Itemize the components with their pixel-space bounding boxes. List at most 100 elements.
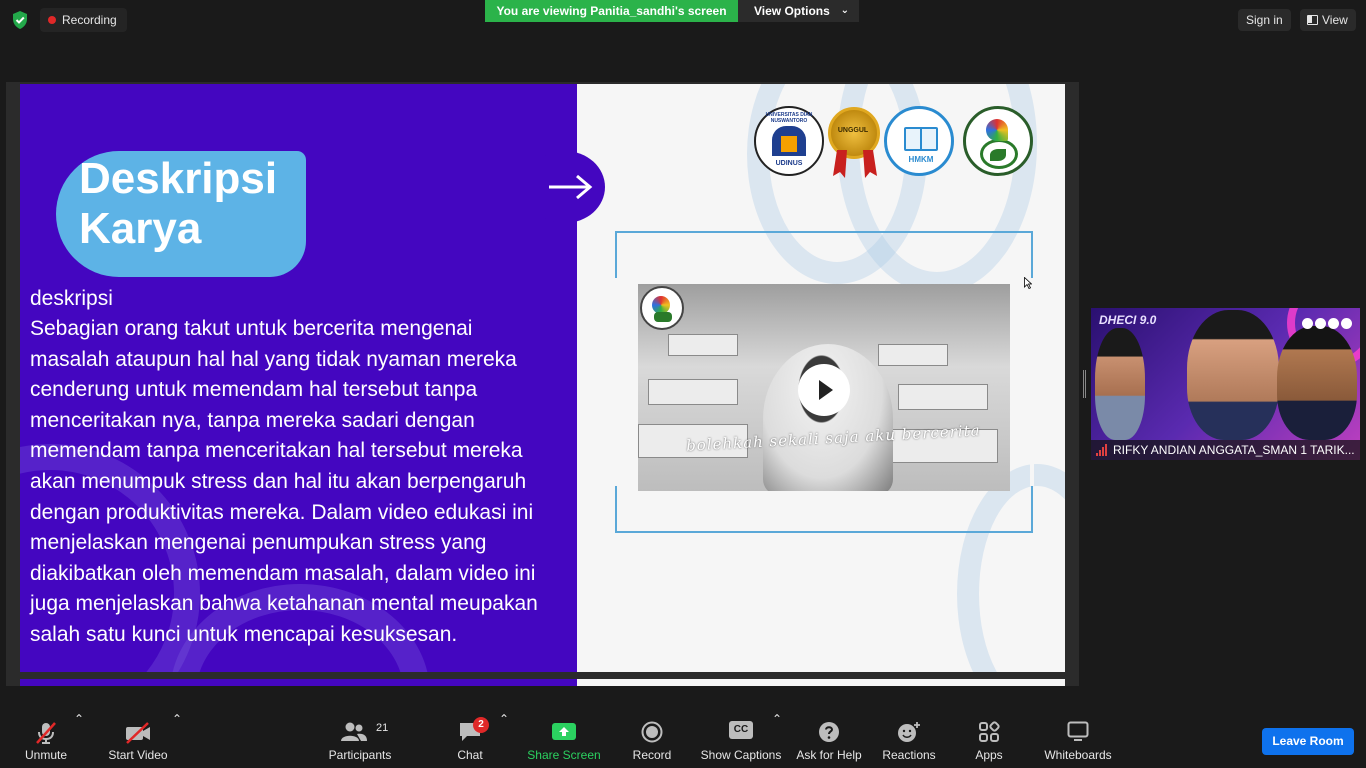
recording-indicator[interactable]: Recording — [40, 8, 127, 32]
layout-view-icon — [1307, 15, 1318, 25]
slide-title: Deskripsi Karya — [79, 154, 309, 254]
overlay-logo — [1341, 318, 1352, 329]
description-line: dengan produktivitas mereka. Dalam video… — [30, 500, 534, 524]
view-options-button[interactable]: View Options ⌄ — [738, 0, 859, 22]
share-screen-icon — [552, 723, 576, 740]
ribbon-icon — [833, 150, 877, 178]
apps-label: Apps — [975, 748, 1003, 762]
description-line: cenderung untuk memendam hal tersebut ta… — [30, 378, 478, 402]
captions-options-caret-icon[interactable]: ⌃ — [772, 712, 782, 768]
view-button[interactable]: View — [1300, 9, 1356, 31]
unmute-button[interactable]: Unmute — [16, 712, 76, 768]
slide-title-line1: Deskripsi — [79, 154, 278, 203]
description-line: memendam tanpa menceritakan hal tersebut… — [30, 439, 523, 463]
chevron-down-icon: ⌄ — [840, 5, 849, 16]
recording-dot-icon — [48, 16, 56, 24]
description-line: akan menumpuk stress dan hal itu akan be… — [30, 469, 527, 493]
meeting-toolbar: Unmute ⌃ Start Video ⌃ Participants 21 C… — [0, 712, 1366, 768]
share-screen-button[interactable]: Share Screen — [526, 712, 602, 768]
hmkm-logo: HMKM — [884, 106, 954, 176]
reactions-label: Reactions — [882, 748, 936, 762]
overlay-logo — [1315, 318, 1326, 329]
description-line: salah satu kunci untuk mencapai kesukses… — [30, 622, 458, 646]
signal-strength-icon — [1096, 444, 1110, 456]
unmute-label: Unmute — [24, 748, 68, 762]
participant-video-tile[interactable]: DHECI 9.0 RIFKY ANDIAN ANGGATA_SMAN 1 TA… — [1091, 308, 1360, 460]
record-button[interactable]: Record — [628, 712, 676, 768]
classroom-desk — [898, 384, 988, 410]
participants-button[interactable]: Participants — [325, 712, 395, 768]
mouse-cursor-icon — [1024, 277, 1032, 289]
closed-captions-icon: CC — [729, 721, 753, 739]
security-shield-icon[interactable] — [10, 10, 30, 30]
reactions-smiley-icon — [898, 722, 920, 742]
participant-person — [1277, 326, 1357, 440]
participant-person — [1095, 328, 1145, 440]
leave-room-button[interactable]: Leave Room — [1262, 728, 1354, 755]
participants-icon — [341, 722, 367, 741]
audio-options-caret-icon[interactable]: ⌃ — [74, 712, 84, 768]
help-question-icon — [819, 722, 839, 742]
description-body: Sebagian orang takut untuk bercerita men… — [30, 314, 575, 651]
ask-for-help-label: Ask for Help — [796, 748, 862, 762]
chat-unread-badge: 2 — [473, 717, 489, 733]
apps-grid-icon — [979, 721, 1000, 742]
sign-in-button[interactable]: Sign in — [1238, 9, 1291, 31]
participant-overlay-logos — [1300, 316, 1354, 329]
udinus-logo-text: UNIVERSITAS DIAN NUSWANTORO — [765, 112, 813, 124]
next-slide-left — [20, 679, 577, 686]
description-heading: deskripsi — [30, 287, 113, 310]
share-screen-label: Share Screen — [527, 748, 601, 762]
start-video-button[interactable]: Start Video — [104, 712, 172, 768]
udinus-logo: UNIVERSITAS DIAN NUSWANTORO UDINUS — [754, 106, 824, 176]
arrow-circle — [525, 151, 605, 223]
description-line: menceritakan nya, tanpa mereka sadari de… — [30, 408, 475, 432]
panel-resize-handle[interactable] — [1083, 370, 1086, 398]
video-dheci-logo — [640, 286, 684, 330]
apps-button[interactable]: Apps — [966, 712, 1012, 768]
zoom-meeting-window: Recording You are viewing Panitia_sandhi… — [0, 0, 1366, 768]
record-icon — [641, 721, 663, 743]
next-slide-peek — [20, 679, 1065, 686]
description-line: Sebagian orang takut untuk bercerita men… — [30, 317, 473, 340]
ask-for-help-button[interactable]: Ask for Help — [794, 712, 864, 768]
udinus-logo-sub: UDINUS — [775, 160, 803, 167]
video-options-caret-icon[interactable]: ⌃ — [172, 712, 182, 768]
participants-label: Participants — [328, 748, 392, 762]
shared-slide: Deskripsi Karya deskripsi Sebagian orang… — [20, 84, 1065, 672]
classroom-desk — [648, 379, 738, 405]
description-line: diakibatkan oleh memendam masalah, dalam… — [30, 561, 536, 585]
description-line: masalah ataupun hal hal yang tidak nyama… — [30, 347, 517, 371]
participant-person — [1187, 310, 1279, 440]
muted-microphone-icon — [36, 722, 56, 744]
classroom-desk — [878, 344, 948, 366]
embedded-video[interactable]: bolehkah sekali saja aku bercerita — [638, 284, 1010, 491]
frame-gap — [1030, 278, 1034, 486]
dheci-logo — [963, 106, 1033, 176]
start-video-label: Start Video — [108, 748, 168, 762]
hmkm-logo-text: HMKM — [908, 155, 934, 164]
recording-label: Recording — [62, 13, 117, 27]
view-label: View — [1322, 13, 1348, 27]
view-options-label: View Options — [754, 4, 830, 18]
description-line: menjelaskan mengenai penumpukan stress y… — [30, 531, 487, 555]
participant-name-bar: RIFKY ANDIAN ANGGATA_SMAN 1 TARIK... — [1091, 440, 1360, 460]
overlay-logo — [1328, 318, 1339, 329]
frame-gap — [614, 278, 618, 486]
chat-options-caret-icon[interactable]: ⌃ — [499, 712, 509, 768]
play-icon[interactable] — [798, 364, 850, 416]
classroom-desk — [668, 334, 738, 356]
slide-title-line2: Karya — [79, 204, 202, 253]
overlay-logo — [1302, 318, 1313, 329]
participant-overlay-title: DHECI 9.0 — [1099, 313, 1157, 327]
whiteboards-button[interactable]: Whiteboards — [1040, 712, 1116, 768]
whiteboard-icon — [1067, 721, 1089, 741]
chat-label: Chat — [457, 748, 483, 762]
viewing-screen-banner: You are viewing Panitia_sandhi's screen — [485, 0, 738, 22]
reactions-button[interactable]: Reactions — [878, 712, 940, 768]
arrow-right-icon — [549, 174, 593, 200]
participant-name: RIFKY ANDIAN ANGGATA_SMAN 1 TARIK... — [1113, 443, 1355, 457]
record-label: Record — [632, 748, 672, 762]
video-off-icon — [126, 722, 150, 744]
next-slide-right — [577, 679, 1065, 686]
